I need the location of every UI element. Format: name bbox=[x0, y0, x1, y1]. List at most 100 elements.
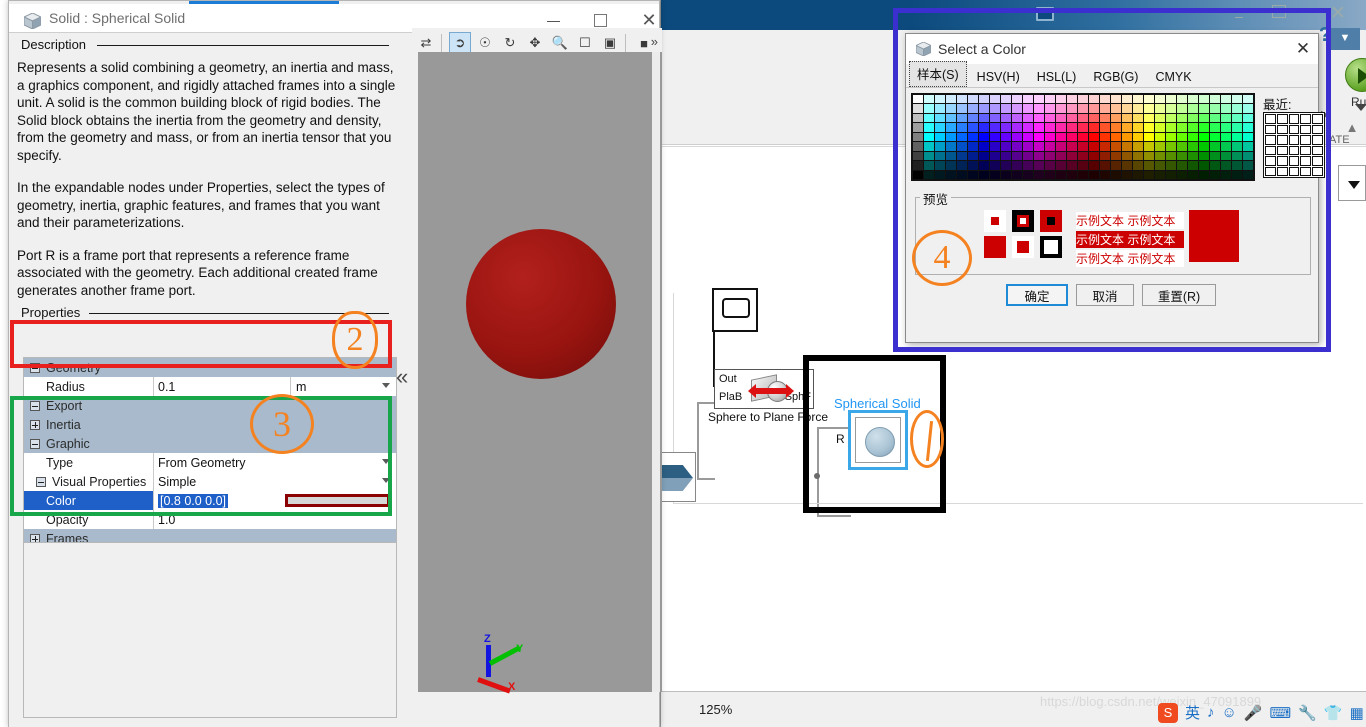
tab-hsl[interactable]: HSL(L) bbox=[1030, 68, 1084, 87]
color-swatch-cell[interactable] bbox=[968, 95, 978, 104]
color-swatch-cell[interactable] bbox=[1045, 113, 1055, 123]
color-swatch-cell[interactable] bbox=[1133, 104, 1143, 113]
color-swatch-cell[interactable] bbox=[1188, 142, 1198, 151]
color-swatch-cell[interactable] bbox=[924, 170, 934, 179]
color-swatch-cell[interactable] bbox=[1122, 151, 1132, 161]
color-swatch-cell[interactable] bbox=[1023, 161, 1033, 170]
color-swatch-cell[interactable] bbox=[1001, 142, 1011, 151]
color-swatch-cell[interactable] bbox=[1133, 123, 1143, 132]
recent-color-cell[interactable] bbox=[1300, 114, 1312, 124]
color-swatch-cell[interactable] bbox=[957, 123, 967, 132]
color-swatch-cell[interactable] bbox=[913, 123, 923, 132]
color-swatch-cell[interactable] bbox=[935, 113, 945, 123]
color-swatch-cell[interactable] bbox=[1155, 104, 1165, 113]
color-swatch-cell[interactable] bbox=[913, 95, 923, 104]
color-swatch-cell[interactable] bbox=[1067, 132, 1077, 142]
color-swatch-cell[interactable] bbox=[913, 142, 923, 151]
color-swatch-cell[interactable] bbox=[1078, 170, 1088, 179]
color-swatch-cell[interactable] bbox=[1001, 104, 1011, 113]
color-swatch-cell[interactable] bbox=[1210, 132, 1220, 142]
color-swatch-cell[interactable] bbox=[1034, 161, 1044, 170]
color-swatch-cell[interactable] bbox=[1243, 95, 1253, 104]
color-swatch-cell[interactable] bbox=[946, 142, 956, 151]
color-swatch-cell[interactable] bbox=[1089, 132, 1099, 142]
recent-color-cell[interactable] bbox=[1300, 166, 1312, 176]
color-swatch-cell[interactable] bbox=[1067, 104, 1077, 113]
color-swatch-cell[interactable] bbox=[1210, 161, 1220, 170]
color-swatch-cell[interactable] bbox=[1232, 170, 1242, 179]
color-swatch-cell[interactable] bbox=[1232, 123, 1242, 132]
color-swatch-cell[interactable] bbox=[1067, 123, 1077, 132]
scope-block[interactable] bbox=[712, 288, 758, 332]
simulink-maximize-button[interactable] bbox=[1272, 5, 1286, 18]
color-swatch-cell[interactable] bbox=[1122, 142, 1132, 151]
color-swatch-cell[interactable] bbox=[1078, 95, 1088, 104]
color-swatch-cell[interactable] bbox=[946, 123, 956, 132]
color-swatch-cell[interactable] bbox=[1133, 142, 1143, 151]
radius-value-input[interactable]: 0.1 bbox=[154, 377, 291, 396]
recent-color-cell[interactable] bbox=[1265, 156, 1276, 166]
ime-emoji-icon[interactable]: ☺ bbox=[1222, 704, 1237, 721]
color-swatch-cell[interactable] bbox=[1144, 161, 1154, 170]
color-swatch-cell[interactable] bbox=[1166, 132, 1176, 142]
run-dropdown-caret-icon[interactable] bbox=[1355, 104, 1366, 111]
color-swatch-cell[interactable] bbox=[1089, 95, 1099, 104]
color-swatch-cell[interactable] bbox=[1188, 123, 1198, 132]
viewport-scrollbar[interactable] bbox=[652, 52, 660, 692]
color-swatch-cell[interactable] bbox=[1199, 95, 1209, 104]
recent-color-cell[interactable] bbox=[1288, 135, 1300, 145]
recent-color-cell[interactable] bbox=[1288, 156, 1300, 166]
color-swatch-cell[interactable] bbox=[1056, 113, 1066, 123]
color-swatch-cell[interactable] bbox=[1144, 132, 1154, 142]
color-swatch-cell[interactable] bbox=[1045, 170, 1055, 179]
color-swatch-cell[interactable] bbox=[1177, 123, 1187, 132]
recent-color-cell[interactable] bbox=[1265, 114, 1276, 124]
color-swatch-cell[interactable] bbox=[1078, 161, 1088, 170]
color-swatch-cell[interactable] bbox=[924, 95, 934, 104]
color-swatch-cell[interactable] bbox=[1056, 170, 1066, 179]
recent-color-cell[interactable] bbox=[1312, 135, 1323, 145]
color-swatch-cell[interactable] bbox=[1056, 95, 1066, 104]
color-swatch-cell[interactable] bbox=[1023, 132, 1033, 142]
color-swatch-cell[interactable] bbox=[1056, 161, 1066, 170]
color-swatch-cell[interactable] bbox=[1012, 132, 1022, 142]
color-swatch-cell[interactable] bbox=[1078, 132, 1088, 142]
color-swatch-cell[interactable] bbox=[1188, 113, 1198, 123]
recent-color-cell[interactable] bbox=[1276, 124, 1288, 134]
color-swatch-cell[interactable] bbox=[979, 123, 989, 132]
color-swatch-cell[interactable] bbox=[1122, 123, 1132, 132]
color-swatch-cell[interactable] bbox=[1243, 132, 1253, 142]
color-swatch-cell[interactable] bbox=[1133, 132, 1143, 142]
color-swatch-cell[interactable] bbox=[1067, 95, 1077, 104]
color-swatch-cell[interactable] bbox=[1067, 170, 1077, 179]
color-swatch-cell[interactable] bbox=[913, 104, 923, 113]
color-swatch-cell[interactable] bbox=[1100, 142, 1110, 151]
color-swatch-cell[interactable] bbox=[1122, 104, 1132, 113]
color-swatch-cell[interactable] bbox=[1199, 113, 1209, 123]
color-swatch-cell[interactable] bbox=[1056, 142, 1066, 151]
color-swatch-cell[interactable] bbox=[946, 161, 956, 170]
color-swatch-cell[interactable] bbox=[1034, 142, 1044, 151]
ribbon-chevron-down-icon[interactable]: ▼ bbox=[1330, 28, 1360, 50]
color-swatch-cell[interactable] bbox=[1100, 95, 1110, 104]
color-swatch-cell[interactable] bbox=[1221, 132, 1231, 142]
color-swatch-cell[interactable] bbox=[1144, 170, 1154, 179]
color-swatch-cell[interactable] bbox=[1023, 113, 1033, 123]
color-swatch-cell[interactable] bbox=[1100, 161, 1110, 170]
color-swatch-cell[interactable] bbox=[1012, 142, 1022, 151]
color-swatch-cell[interactable] bbox=[935, 161, 945, 170]
color-swatch-cell[interactable] bbox=[1188, 170, 1198, 179]
color-swatch-cell[interactable] bbox=[979, 95, 989, 104]
ime-keyboard-icon[interactable]: ⌨ bbox=[1270, 704, 1292, 722]
recent-color-cell[interactable] bbox=[1300, 145, 1312, 155]
color-swatch-cell[interactable] bbox=[957, 142, 967, 151]
color-swatch-cell[interactable] bbox=[990, 170, 1000, 179]
color-swatch-cell[interactable] bbox=[1045, 123, 1055, 132]
color-swatch-cell[interactable] bbox=[1177, 95, 1187, 104]
recent-color-cell[interactable] bbox=[1300, 124, 1312, 134]
color-swatch-cell[interactable] bbox=[1133, 170, 1143, 179]
color-swatch-cell[interactable] bbox=[1177, 132, 1187, 142]
color-swatch-cell[interactable] bbox=[1111, 113, 1121, 123]
color-swatch-cell[interactable] bbox=[935, 95, 945, 104]
color-swatch-cell[interactable] bbox=[1012, 123, 1022, 132]
